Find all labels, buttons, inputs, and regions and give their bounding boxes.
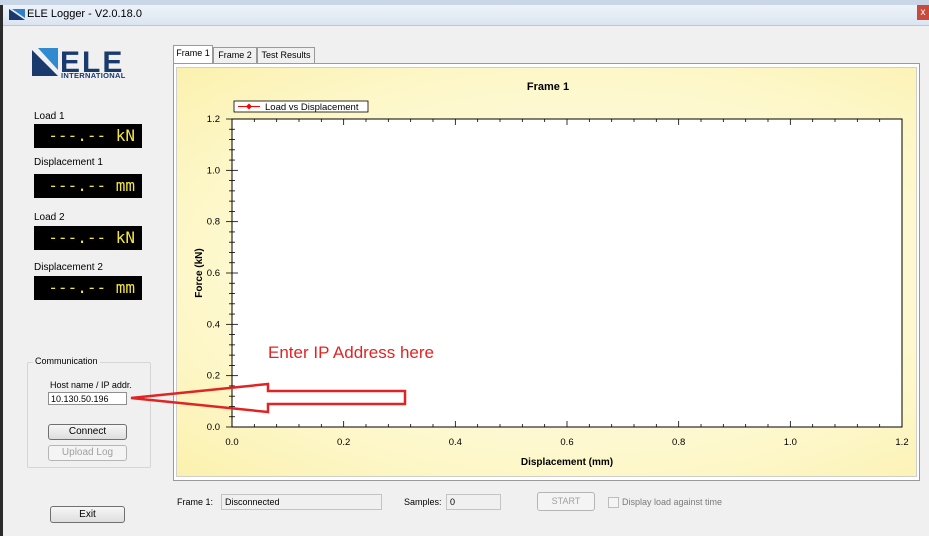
x-tick-label: 1.2 — [895, 437, 908, 448]
connect-button[interactable]: Connect — [48, 424, 127, 440]
x-axis-label: Displacement (mm) — [521, 457, 613, 468]
logo-mark-icon — [32, 48, 58, 76]
load-2-label: Load 2 — [34, 212, 65, 223]
display-load-time-label: Display load against time — [622, 497, 723, 507]
tab-test-results[interactable]: Test Results — [257, 47, 315, 63]
displacement-2-label: Displacement 2 — [34, 262, 103, 273]
window-title: ELE Logger - V2.0.18.0 — [27, 8, 142, 20]
x-tick-label: 0.2 — [337, 437, 350, 448]
load-1-readout: ---.-- kN — [34, 124, 142, 148]
legend-series-name: Load vs Displacement — [265, 102, 359, 113]
load-1-label: Load 1 — [34, 111, 65, 122]
chart-title: Frame 1 — [527, 81, 569, 93]
title-bar[interactable]: ELE Logger - V2.0.18.0 x — [3, 5, 929, 26]
x-tick-label: 0.6 — [560, 437, 573, 448]
upload-log-button[interactable]: Upload Log — [48, 445, 127, 461]
x-tick-label: 0.4 — [449, 437, 462, 448]
displacement-1-label: Displacement 1 — [34, 157, 103, 168]
y-tick-label: 1.0 — [207, 165, 220, 176]
y-tick-label: 0.0 — [207, 422, 220, 433]
host-label: Host name / IP addr. — [50, 380, 132, 390]
x-tick-label: 1.0 — [784, 437, 797, 448]
load-displacement-chart: Frame 1 0.0 0.2 0.4 0.6 0.8 1.0 1.2 0.0 0.2 0.4 0.… — [194, 81, 909, 468]
x-tick-label: 0.0 — [225, 437, 238, 448]
samples-label: Samples: — [404, 497, 442, 507]
logo-subtext: INTERNATIONAL — [61, 71, 126, 80]
displacement-1-readout: ---.-- mm — [34, 174, 142, 198]
communication-group-title: Communication — [33, 356, 100, 366]
start-button[interactable]: START — [537, 492, 595, 511]
chart-legend: Load vs Displacement — [233, 100, 369, 113]
host-ip-input[interactable]: 10.130.50.196 — [48, 392, 127, 405]
frame-status-value: Disconnected — [221, 494, 382, 510]
samples-value: 0 — [446, 494, 501, 510]
ele-logo: ELE INTERNATIONAL — [30, 44, 150, 80]
y-tick-label: 0.8 — [207, 217, 220, 228]
displacement-2-readout: ---.-- mm — [34, 276, 142, 300]
y-tick-label: 0.2 — [207, 371, 220, 382]
tab-frame-1[interactable]: Frame 1 — [173, 45, 213, 63]
load-2-readout: ---.-- kN — [34, 226, 142, 250]
y-tick-label: 1.2 — [207, 114, 220, 125]
tab-frame-2[interactable]: Frame 2 — [213, 47, 257, 63]
display-load-time-checkbox[interactable] — [608, 497, 619, 508]
annotation-text: Enter IP Address here — [268, 343, 435, 362]
x-tick-label: 0.8 — [672, 437, 685, 448]
app-logo-icon — [9, 9, 25, 20]
exit-button[interactable]: Exit — [50, 506, 125, 523]
close-window-button[interactable]: x — [917, 5, 929, 20]
frame-status-label: Frame 1: — [177, 497, 214, 507]
y-tick-label: 0.6 — [207, 268, 220, 279]
plot-area — [231, 118, 903, 428]
y-tick-label: 0.4 — [207, 319, 220, 330]
y-axis-label: Force (kN) — [194, 248, 205, 297]
